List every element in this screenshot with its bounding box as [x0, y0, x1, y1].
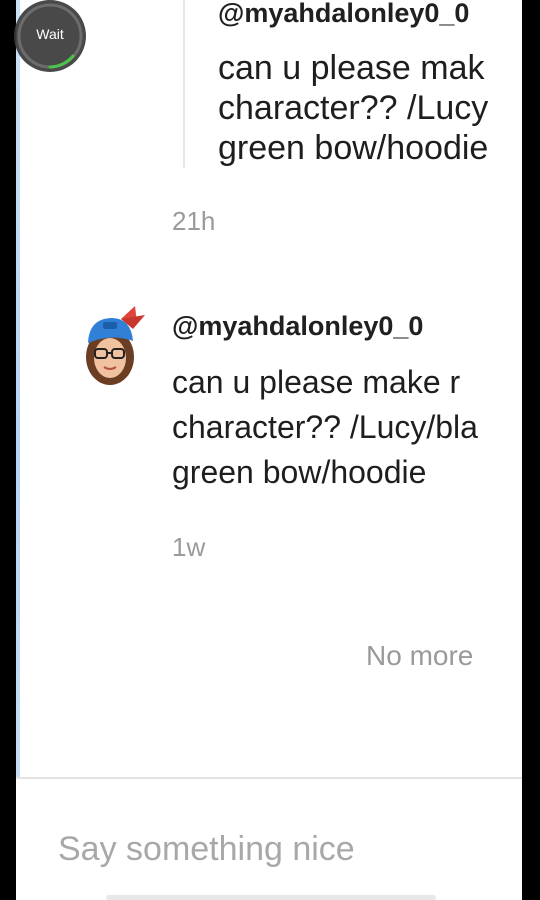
comment-text-line: character?? /Lucy	[218, 89, 489, 127]
comments-panel: @myahdalonley0_0 can u please mak charac…	[16, 0, 522, 900]
bitmoji-avatar-icon	[86, 306, 145, 385]
comment-text-line: can u please mak	[218, 49, 485, 87]
wait-indicator: Wait	[11, 0, 89, 72]
list-end-label: No more	[366, 640, 474, 671]
comment-input[interactable]	[58, 826, 498, 872]
avatar[interactable]	[83, 303, 149, 391]
comment-text-line: green bow/hoodie	[172, 454, 427, 490]
screen-edge-glow	[16, 0, 20, 900]
reply-thread-line	[183, 0, 185, 168]
comment-username[interactable]: @myahdalonley0_0	[172, 311, 423, 342]
wait-label: Wait	[36, 26, 64, 42]
comment-text-line: can u please make r	[172, 364, 461, 400]
comment-text-line: green bow/hoodie	[218, 129, 489, 167]
device-frame: @myahdalonley0_0 can u please mak charac…	[0, 0, 540, 900]
bottom-handle	[106, 895, 436, 900]
comment-timestamp: 21h	[172, 206, 216, 236]
comment-timestamp: 1w	[172, 532, 206, 562]
comment-username[interactable]: @myahdalonley0_0	[218, 0, 469, 29]
comment-text-line: character?? /Lucy/bla	[172, 409, 478, 445]
